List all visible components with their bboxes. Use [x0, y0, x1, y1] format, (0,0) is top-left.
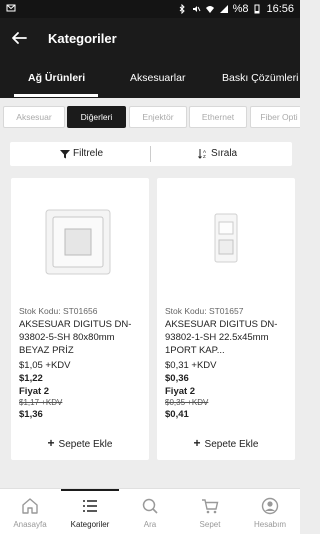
list-icon: [83, 500, 97, 512]
chip-fiber-optik[interactable]: Fiber Opti: [250, 106, 300, 128]
sort-icon: AZ: [198, 149, 206, 159]
price-tier-label: Fiyat 2: [165, 386, 196, 397]
filter-divider: [150, 146, 151, 162]
nav-label: Hesabım: [253, 520, 286, 529]
product-image: [11, 178, 149, 298]
filter-sort-bar: Filtrele AZ Sırala: [10, 142, 292, 166]
nav-anasayfa[interactable]: Anasayfa: [0, 489, 60, 534]
status-bar-notifications: [6, 3, 16, 13]
nav-ara[interactable]: Ara: [120, 489, 180, 534]
product-image: [157, 178, 295, 298]
status-bar: %8 16:56: [0, 0, 300, 18]
subcategory-chips: Aksesuar Diğerleri Enjektör Ethernet Fib…: [0, 106, 300, 130]
nav-label: Ara: [143, 520, 157, 529]
nav-label: Anasayfa: [13, 520, 47, 529]
cart-icon: [202, 499, 219, 514]
bluetooth-icon: [179, 4, 185, 14]
sort-button[interactable]: AZ Sırala: [198, 148, 237, 159]
product-name: AKSESUAR DIGITUS DN-93802-1-SH 22.5x45mm…: [165, 319, 278, 356]
mail-icon: [6, 4, 16, 12]
nav-sepet[interactable]: Sepet: [180, 489, 240, 534]
price-excl-tax: $1,05 +KDV: [19, 360, 71, 371]
product-card[interactable]: Stok Kodu: ST01656 AKSESUAR DIGITUS DN-9…: [11, 178, 149, 460]
add-to-cart-label: Sepete Ekle: [204, 439, 259, 450]
product-name: AKSESUAR DIGITUS DN-93802-5-SH 80x80mm B…: [19, 319, 132, 356]
app-bar: Kategoriler: [0, 18, 300, 60]
nav-hesabim[interactable]: Hesabım: [240, 489, 300, 534]
stock-code: Stok Kodu: ST01656: [19, 306, 98, 316]
status-bar-system: %8 16:56: [177, 3, 294, 15]
plus-icon: +: [47, 436, 55, 450]
svg-text:Z: Z: [203, 154, 206, 159]
tab-baski-cozumleri[interactable]: Baskı Çözümleri: [222, 72, 298, 84]
filter-button[interactable]: Filtrele: [60, 148, 103, 159]
price-incl-tax: $0,36: [165, 373, 189, 384]
battery-percent: %8: [232, 3, 249, 15]
plus-icon: +: [193, 436, 201, 450]
add-to-cart-button[interactable]: + Sepete Ekle: [157, 436, 295, 450]
product-card[interactable]: Stok Kodu: ST01657 AKSESUAR DIGITUS DN-9…: [157, 178, 295, 460]
tier-price: $0,41: [165, 409, 189, 420]
active-tab-indicator: [14, 94, 98, 97]
account-icon: [261, 497, 279, 515]
stock-code: Stok Kodu: ST01657: [165, 306, 244, 316]
tier-price: $1,36: [19, 409, 43, 420]
add-to-cart-button[interactable]: + Sepete Ekle: [11, 436, 149, 450]
tab-ag-urunleri[interactable]: Ağ Ürünleri: [28, 72, 85, 84]
price-excl-tax: $0,31 +KDV: [165, 360, 217, 371]
chip-digerleri[interactable]: Diğerleri: [67, 106, 126, 128]
tab-aksesuarlar[interactable]: Aksesuarlar: [130, 72, 185, 84]
bottom-navigation: Anasayfa Kategoriler Ara Sepet Hesabım: [0, 488, 300, 534]
sort-label: Sırala: [211, 148, 238, 159]
category-tabs: Ağ Ürünleri Aksesuarlar Baskı Çözümleri: [0, 60, 300, 98]
old-price: $1,17 +KDV: [19, 398, 63, 407]
search-icon: [142, 498, 158, 514]
wifi-icon: [205, 6, 214, 13]
nav-label: Kategoriler: [70, 520, 110, 529]
nav-label: Sepet: [199, 520, 221, 529]
chip-ethernet[interactable]: Ethernet: [189, 106, 247, 128]
battery-icon: [254, 4, 260, 14]
mute-icon: [192, 6, 201, 12]
old-price: $0,35 +KDV: [165, 398, 209, 407]
status-time: 16:56: [266, 3, 294, 15]
chip-aksesuar[interactable]: Aksesuar: [3, 106, 65, 128]
back-arrow-icon[interactable]: [10, 29, 28, 47]
page-title: Kategoriler: [48, 31, 117, 46]
filter-label: Filtrele: [73, 148, 104, 159]
nav-kategoriler[interactable]: Kategoriler: [60, 489, 120, 534]
filter-icon: [60, 149, 70, 158]
add-to-cart-label: Sepete Ekle: [58, 439, 113, 450]
signal-icon: [219, 5, 228, 13]
price-tier-label: Fiyat 2: [19, 386, 50, 397]
price-incl-tax: $1,22: [19, 373, 43, 384]
home-icon: [22, 498, 38, 514]
chip-enjektor[interactable]: Enjektör: [129, 106, 187, 128]
